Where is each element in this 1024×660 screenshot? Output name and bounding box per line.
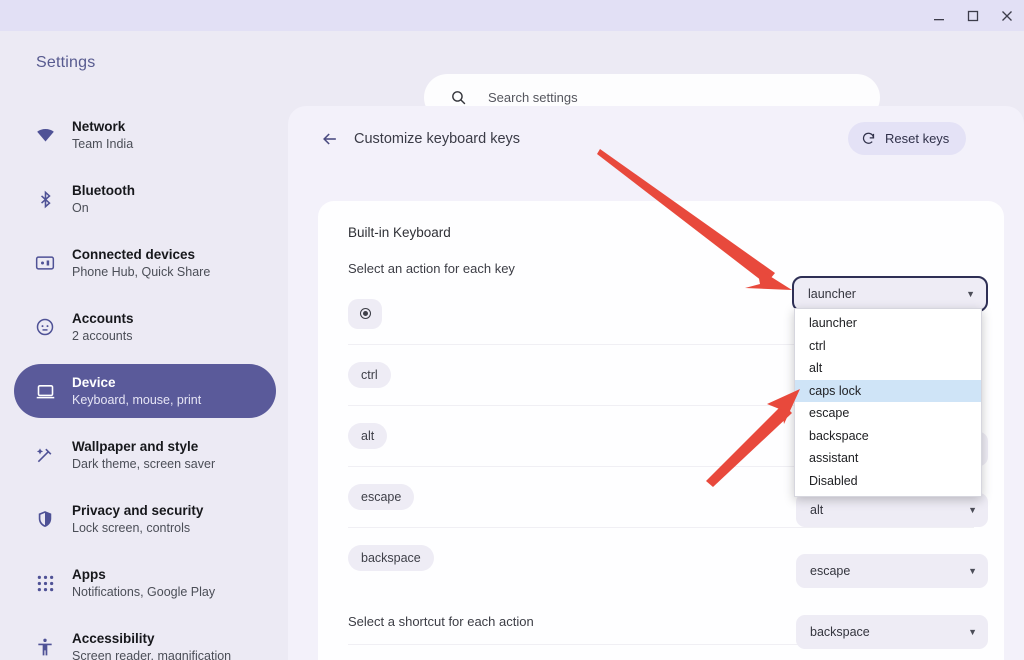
close-icon[interactable]: [990, 0, 1024, 31]
page-title: Customize keyboard keys: [354, 131, 521, 147]
account-icon: [30, 315, 60, 339]
app-title: Settings: [36, 54, 96, 71]
chevron-down-icon: ▼: [966, 288, 975, 299]
accessibility-icon: [30, 635, 60, 659]
search-icon: [450, 89, 467, 106]
sidebar-item-wallpaper-and-style[interactable]: Wallpaper and style Dark theme, screen s…: [14, 428, 276, 482]
back-arrow-icon[interactable]: [319, 128, 341, 150]
sidebar-item-label: Device: [72, 374, 116, 390]
maximize-icon[interactable]: [956, 0, 990, 31]
key-select-value: escape: [810, 564, 851, 578]
dropdown-option-caps-lock[interactable]: caps lock: [795, 379, 981, 402]
sidebar-item-label: Network: [72, 118, 126, 134]
key-select-value: backspace: [810, 625, 870, 639]
dropdown-option-escape[interactable]: escape: [795, 402, 981, 425]
sidebar-item-device[interactable]: Device Keyboard, mouse, print: [14, 364, 276, 418]
wifi-icon: [30, 123, 60, 147]
sidebar: Settings Network Team India Bluetooth On…: [0, 31, 288, 660]
apps-grid-icon: [30, 571, 60, 595]
launcher-key-icon[interactable]: [348, 298, 382, 329]
laptop-icon: [30, 379, 60, 403]
refresh-icon: [861, 131, 876, 146]
shortcut-section-label: Select a shortcut for each action: [348, 614, 534, 629]
key-chip-label: escape: [348, 484, 415, 510]
dropdown-option-launcher[interactable]: launcher: [795, 312, 981, 335]
bluetooth-icon: [30, 187, 60, 211]
sidebar-item-sublabel: 2 accounts: [72, 328, 133, 343]
action-section-label: Select an action for each key: [348, 261, 515, 276]
sidebar-item-apps[interactable]: Apps Notifications, Google Play: [14, 556, 276, 610]
dropdown-option-alt[interactable]: alt: [795, 357, 981, 380]
sidebar-item-bluetooth[interactable]: Bluetooth On: [14, 172, 276, 226]
sidebar-nav-list: Network Team India Bluetooth On Connecte…: [14, 108, 276, 660]
minimize-icon[interactable]: [922, 0, 956, 31]
key-select-value: alt: [810, 503, 824, 517]
sidebar-item-label: Accounts: [72, 310, 134, 326]
sidebar-item-privacy-and-security[interactable]: Privacy and security Lock screen, contro…: [14, 492, 276, 546]
sidebar-item-sublabel: Notifications, Google Play: [72, 584, 216, 599]
chevron-down-icon: ▼: [968, 504, 977, 515]
sidebar-item-sublabel: Screen reader, magnification: [72, 648, 232, 660]
reset-keys-label: Reset keys: [885, 131, 950, 146]
sidebar-item-label: Privacy and security: [72, 502, 204, 518]
sidebar-item-label: Connected devices: [72, 246, 196, 262]
chevron-down-icon: ▼: [968, 626, 977, 637]
shield-icon: [30, 507, 60, 531]
chevron-down-icon: ▼: [968, 565, 977, 576]
sidebar-item-sublabel: Keyboard, mouse, print: [72, 392, 202, 407]
key-select-launcher[interactable]: launcher ▼: [792, 276, 988, 312]
key-select-backspace[interactable]: backspace ▼: [796, 615, 988, 649]
dropdown-option-ctrl[interactable]: ctrl: [795, 335, 981, 358]
wallpaper-icon: [30, 443, 60, 467]
sidebar-item-accounts[interactable]: Accounts 2 accounts: [14, 300, 276, 354]
sidebar-item-sublabel: Phone Hub, Quick Share: [72, 264, 211, 279]
sidebar-item-connected-devices[interactable]: Connected devices Phone Hub, Quick Share: [14, 236, 276, 290]
search-input[interactable]: [488, 90, 838, 105]
window-titlebar: [0, 0, 1024, 31]
dropdown-option-assistant[interactable]: assistant: [795, 447, 981, 470]
sidebar-item-label: Apps: [72, 566, 106, 582]
dropdown-option-disabled[interactable]: Disabled: [795, 470, 981, 493]
key-chip-label: alt: [348, 423, 388, 449]
sidebar-item-label: Bluetooth: [72, 182, 135, 198]
key-select-alt[interactable]: alt ▼: [796, 493, 988, 527]
reset-keys-button[interactable]: Reset keys: [848, 122, 967, 155]
sidebar-item-network[interactable]: Network Team India: [14, 108, 276, 162]
sidebar-item-accessibility[interactable]: Accessibility Screen reader, magnificati…: [14, 620, 276, 660]
key-action-dropdown-menu[interactable]: launcher ctrl alt caps lock escape backs…: [794, 308, 982, 497]
sidebar-item-label: Accessibility: [72, 630, 155, 646]
key-select-value: launcher: [808, 287, 856, 301]
connected-devices-icon: [30, 251, 60, 275]
key-select-escape[interactable]: escape ▼: [796, 554, 988, 588]
sidebar-item-sublabel: On: [72, 200, 89, 215]
settings-window: Settings Network Team India Bluetooth On…: [0, 0, 1024, 660]
page-header: Customize keyboard keys Reset keys: [288, 106, 1024, 171]
dropdown-option-backspace[interactable]: backspace: [795, 425, 981, 448]
sidebar-item-sublabel: Dark theme, screen saver: [72, 456, 216, 471]
key-chip-label: backspace: [348, 545, 434, 571]
sidebar-item-label: Wallpaper and style: [72, 438, 199, 454]
key-chip-label: ctrl: [348, 362, 391, 388]
card-title: Built-in Keyboard: [348, 225, 451, 240]
sidebar-item-sublabel: Team India: [72, 136, 134, 151]
sidebar-item-sublabel: Lock screen, controls: [72, 520, 191, 535]
